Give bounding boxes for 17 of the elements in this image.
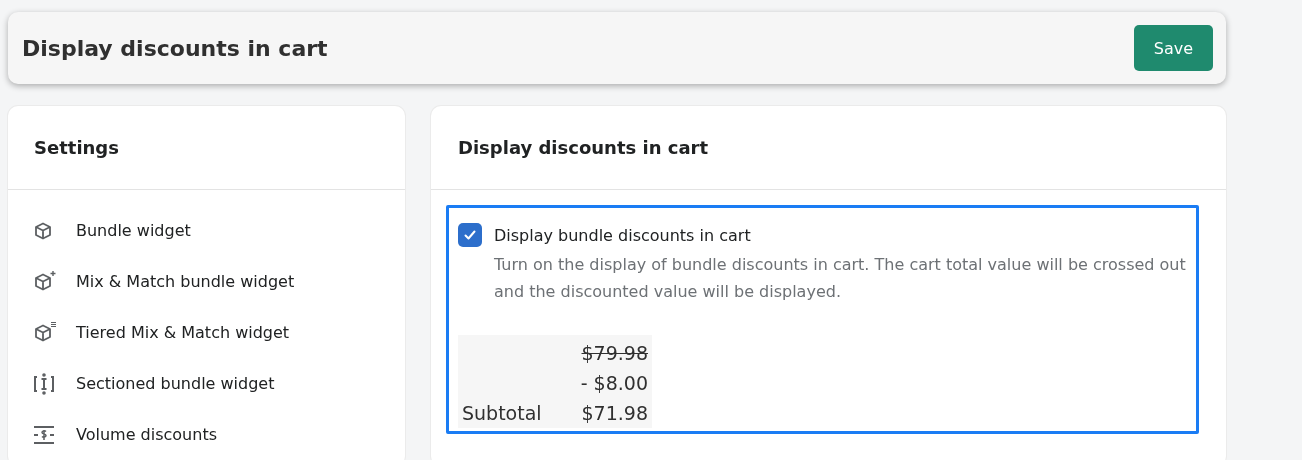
total-price: $71.98 [580, 401, 648, 426]
option-description: Turn on the display of bundle discounts in cart. The cart total value will be crossed out and the discounted value will be displayed. [494, 254, 1186, 303]
checkbox-label: Display bundle discounts in cart [494, 225, 751, 245]
sidebar-link[interactable]: Mix & Match bundle widget [76, 272, 295, 291]
checkmark-icon [463, 228, 477, 242]
original-price: $79.98 [580, 341, 648, 366]
sidebar-link[interactable]: Volume discounts [76, 425, 217, 444]
panel-title: Display discounts in cart [457, 137, 709, 158]
discount-amount: - $8.00 [580, 371, 648, 396]
page-title: Display discounts in cart [22, 35, 328, 61]
checkbox[interactable] [458, 223, 482, 247]
sidebar-link[interactable]: Sectioned bundle widget [76, 374, 275, 393]
sidebar-link[interactable]: Tiered Mix & Match widget [76, 323, 290, 342]
settings-title: Settings [33, 137, 119, 158]
sidebar-link[interactable]: Bundle widget [76, 221, 191, 240]
subtotal-label: Subtotal [462, 401, 542, 426]
save-button[interactable]: Save [1134, 25, 1213, 71]
